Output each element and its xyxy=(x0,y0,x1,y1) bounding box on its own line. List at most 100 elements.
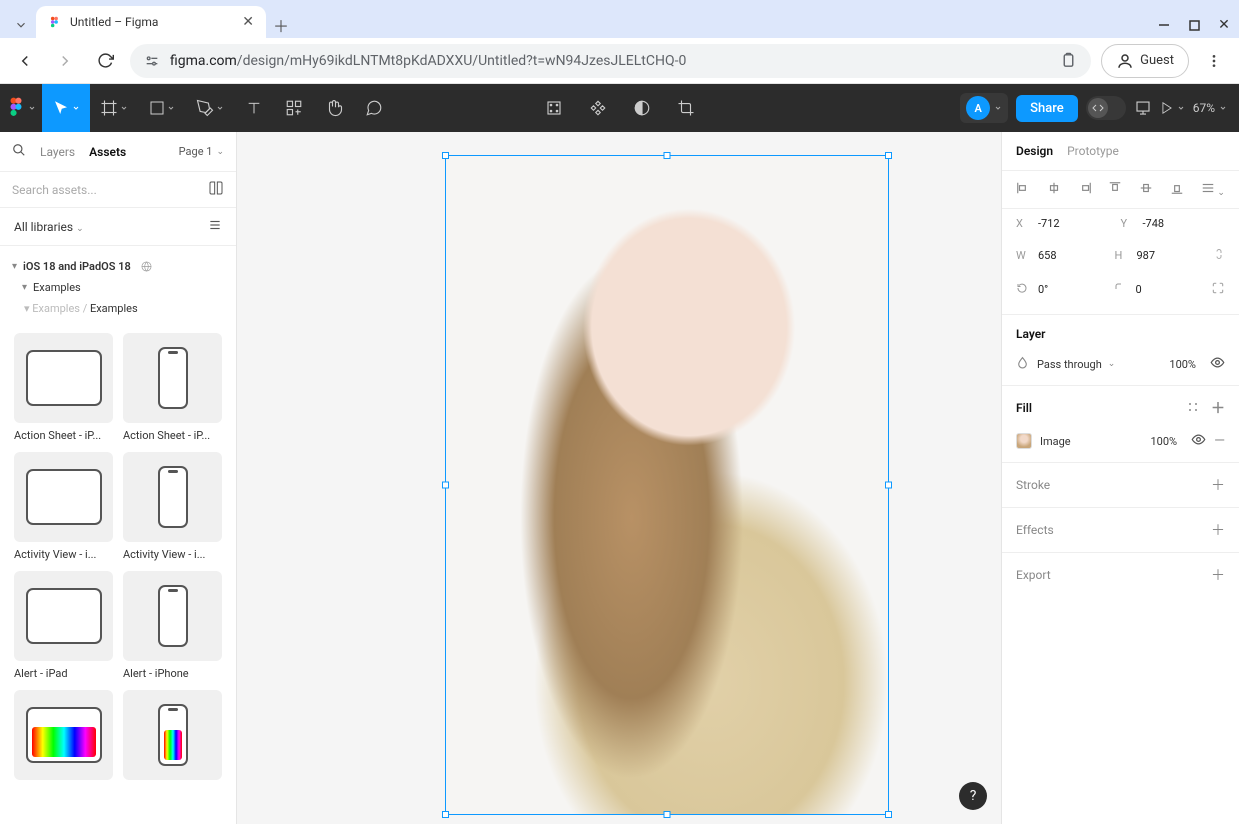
component-tool[interactable] xyxy=(534,84,574,132)
rotation-input[interactable]: 0° xyxy=(1016,282,1114,297)
browser-tab[interactable]: Untitled – Figma ✕ xyxy=(36,6,266,38)
library-filter[interactable]: All libraries ⌄ xyxy=(14,220,84,234)
align-top-icon[interactable] xyxy=(1108,181,1122,198)
comment-tool[interactable] xyxy=(354,84,394,132)
back-button[interactable] xyxy=(10,46,40,76)
search-icon[interactable] xyxy=(12,143,26,160)
align-vcenter-icon[interactable] xyxy=(1139,181,1153,198)
list-view-toggle-icon[interactable] xyxy=(208,218,222,235)
blend-mode-select[interactable]: Pass through⌄ xyxy=(1037,358,1161,371)
add-effect-button[interactable]: ＋ xyxy=(1211,520,1225,540)
asset-card[interactable]: Activity View - i... xyxy=(14,452,113,561)
resize-handle-bl[interactable] xyxy=(442,811,449,818)
address-bar[interactable]: figma.com/design/mHy69ikdLNTMt8pKdADXXU/… xyxy=(130,44,1091,78)
site-info-icon[interactable] xyxy=(144,53,160,69)
forward-button[interactable] xyxy=(50,46,80,76)
browser-menu-button[interactable] xyxy=(1199,46,1229,76)
resize-handle-r[interactable] xyxy=(885,482,892,489)
page-selector[interactable]: Page 1⌄ xyxy=(179,145,224,158)
align-bottom-icon[interactable] xyxy=(1170,181,1184,198)
tab-design[interactable]: Design xyxy=(1016,144,1053,158)
present-button[interactable] xyxy=(1134,84,1152,132)
fill-section-header: Fill xyxy=(1016,401,1032,415)
boolean-tool[interactable] xyxy=(622,84,662,132)
text-tool[interactable] xyxy=(234,84,274,132)
tab-search-button[interactable] xyxy=(8,12,34,38)
corner-radius-input[interactable]: 0 xyxy=(1114,282,1212,297)
tab-layers[interactable]: Layers xyxy=(40,145,75,159)
dev-mode-toggle[interactable] xyxy=(1086,96,1126,120)
fill-swatch[interactable] xyxy=(1016,433,1032,449)
asset-card[interactable]: Activity View - i... xyxy=(123,452,222,561)
resize-handle-tl[interactable] xyxy=(442,152,449,159)
hand-tool[interactable] xyxy=(314,84,354,132)
new-tab-button[interactable]: ＋ xyxy=(268,12,294,38)
share-button[interactable]: Share xyxy=(1016,95,1078,122)
figma-menu-button[interactable] xyxy=(2,84,42,132)
help-button[interactable]: ? xyxy=(959,782,987,810)
height-input[interactable]: H987 xyxy=(1115,249,1214,262)
x-input[interactable]: X-712 xyxy=(1016,217,1121,230)
constrain-proportions-icon[interactable] xyxy=(1213,246,1225,265)
layer-opacity-input[interactable]: 100% xyxy=(1169,358,1196,371)
clipboard-icon[interactable] xyxy=(1060,52,1077,69)
align-left-icon[interactable] xyxy=(1016,181,1030,198)
assets-breadcrumb: ▾ Examples / Examples xyxy=(12,298,224,323)
independent-corners-icon[interactable] xyxy=(1211,281,1225,298)
tab-assets[interactable]: Assets xyxy=(89,145,126,159)
visibility-toggle-icon[interactable] xyxy=(1210,355,1225,373)
zoom-control[interactable]: 67% xyxy=(1193,101,1227,115)
distribute-icon[interactable]: ⌄ xyxy=(1201,181,1225,198)
asset-search-input[interactable] xyxy=(12,183,200,197)
width-input[interactable]: W658 xyxy=(1016,249,1115,262)
tab-prototype[interactable]: Prototype xyxy=(1067,144,1119,158)
resize-handle-b[interactable] xyxy=(664,811,671,818)
tab-title: Untitled – Figma xyxy=(70,15,158,29)
asset-card[interactable]: Alert - iPhone xyxy=(123,571,222,680)
add-stroke-button[interactable]: ＋ xyxy=(1211,475,1225,495)
align-hcenter-icon[interactable] xyxy=(1047,181,1061,198)
tab-close-icon[interactable]: ✕ xyxy=(242,14,254,30)
window-maximize-button[interactable] xyxy=(1181,12,1207,38)
reload-button[interactable] xyxy=(90,46,120,76)
fill-type-label[interactable]: Image xyxy=(1040,435,1071,448)
fill-visibility-icon[interactable] xyxy=(1191,432,1206,450)
resize-handle-l[interactable] xyxy=(442,482,449,489)
globe-icon xyxy=(141,261,152,272)
asset-card[interactable]: Action Sheet - iP... xyxy=(123,333,222,442)
left-panel: Layers Assets Page 1⌄ All libraries ⌄ ▾i… xyxy=(0,132,237,824)
resources-tool[interactable] xyxy=(274,84,314,132)
add-fill-button[interactable]: ＋ xyxy=(1211,398,1225,418)
blend-mode-icon[interactable] xyxy=(1016,356,1029,372)
frame-tool[interactable] xyxy=(90,84,138,132)
resize-handle-br[interactable] xyxy=(885,811,892,818)
tree-root[interactable]: ▾iOS 18 and iPadOS 18 xyxy=(12,256,224,277)
multiplayer-avatar[interactable]: A xyxy=(960,93,1008,123)
selected-image-layer[interactable] xyxy=(445,155,889,815)
move-tool[interactable] xyxy=(42,84,90,132)
tree-child[interactable]: ▾Examples xyxy=(12,277,224,298)
resize-handle-tr[interactable] xyxy=(885,152,892,159)
figma-favicon-icon xyxy=(48,15,62,29)
play-prototype-button[interactable] xyxy=(1160,84,1185,132)
profile-button[interactable]: Guest xyxy=(1101,44,1189,78)
window-close-button[interactable]: ✕ xyxy=(1211,12,1237,38)
asset-card[interactable] xyxy=(14,690,113,780)
mask-tool[interactable] xyxy=(578,84,618,132)
asset-card[interactable]: Alert - iPad xyxy=(14,571,113,680)
library-book-icon[interactable] xyxy=(208,180,224,199)
window-minimize-button[interactable] xyxy=(1151,12,1177,38)
align-right-icon[interactable] xyxy=(1078,181,1092,198)
add-export-button[interactable]: ＋ xyxy=(1211,565,1225,585)
pen-tool[interactable] xyxy=(186,84,234,132)
asset-card[interactable] xyxy=(123,690,222,780)
asset-card[interactable]: Action Sheet - iP... xyxy=(14,333,113,442)
fill-style-icon[interactable] xyxy=(1187,401,1199,416)
remove-fill-button[interactable]: — xyxy=(1214,433,1225,449)
canvas[interactable]: ? xyxy=(237,132,1001,824)
fill-opacity-input[interactable]: 100% xyxy=(1150,435,1177,448)
resize-handle-t[interactable] xyxy=(664,152,671,159)
crop-tool[interactable] xyxy=(666,84,706,132)
shape-tool[interactable] xyxy=(138,84,186,132)
y-input[interactable]: Y-748 xyxy=(1121,217,1226,230)
